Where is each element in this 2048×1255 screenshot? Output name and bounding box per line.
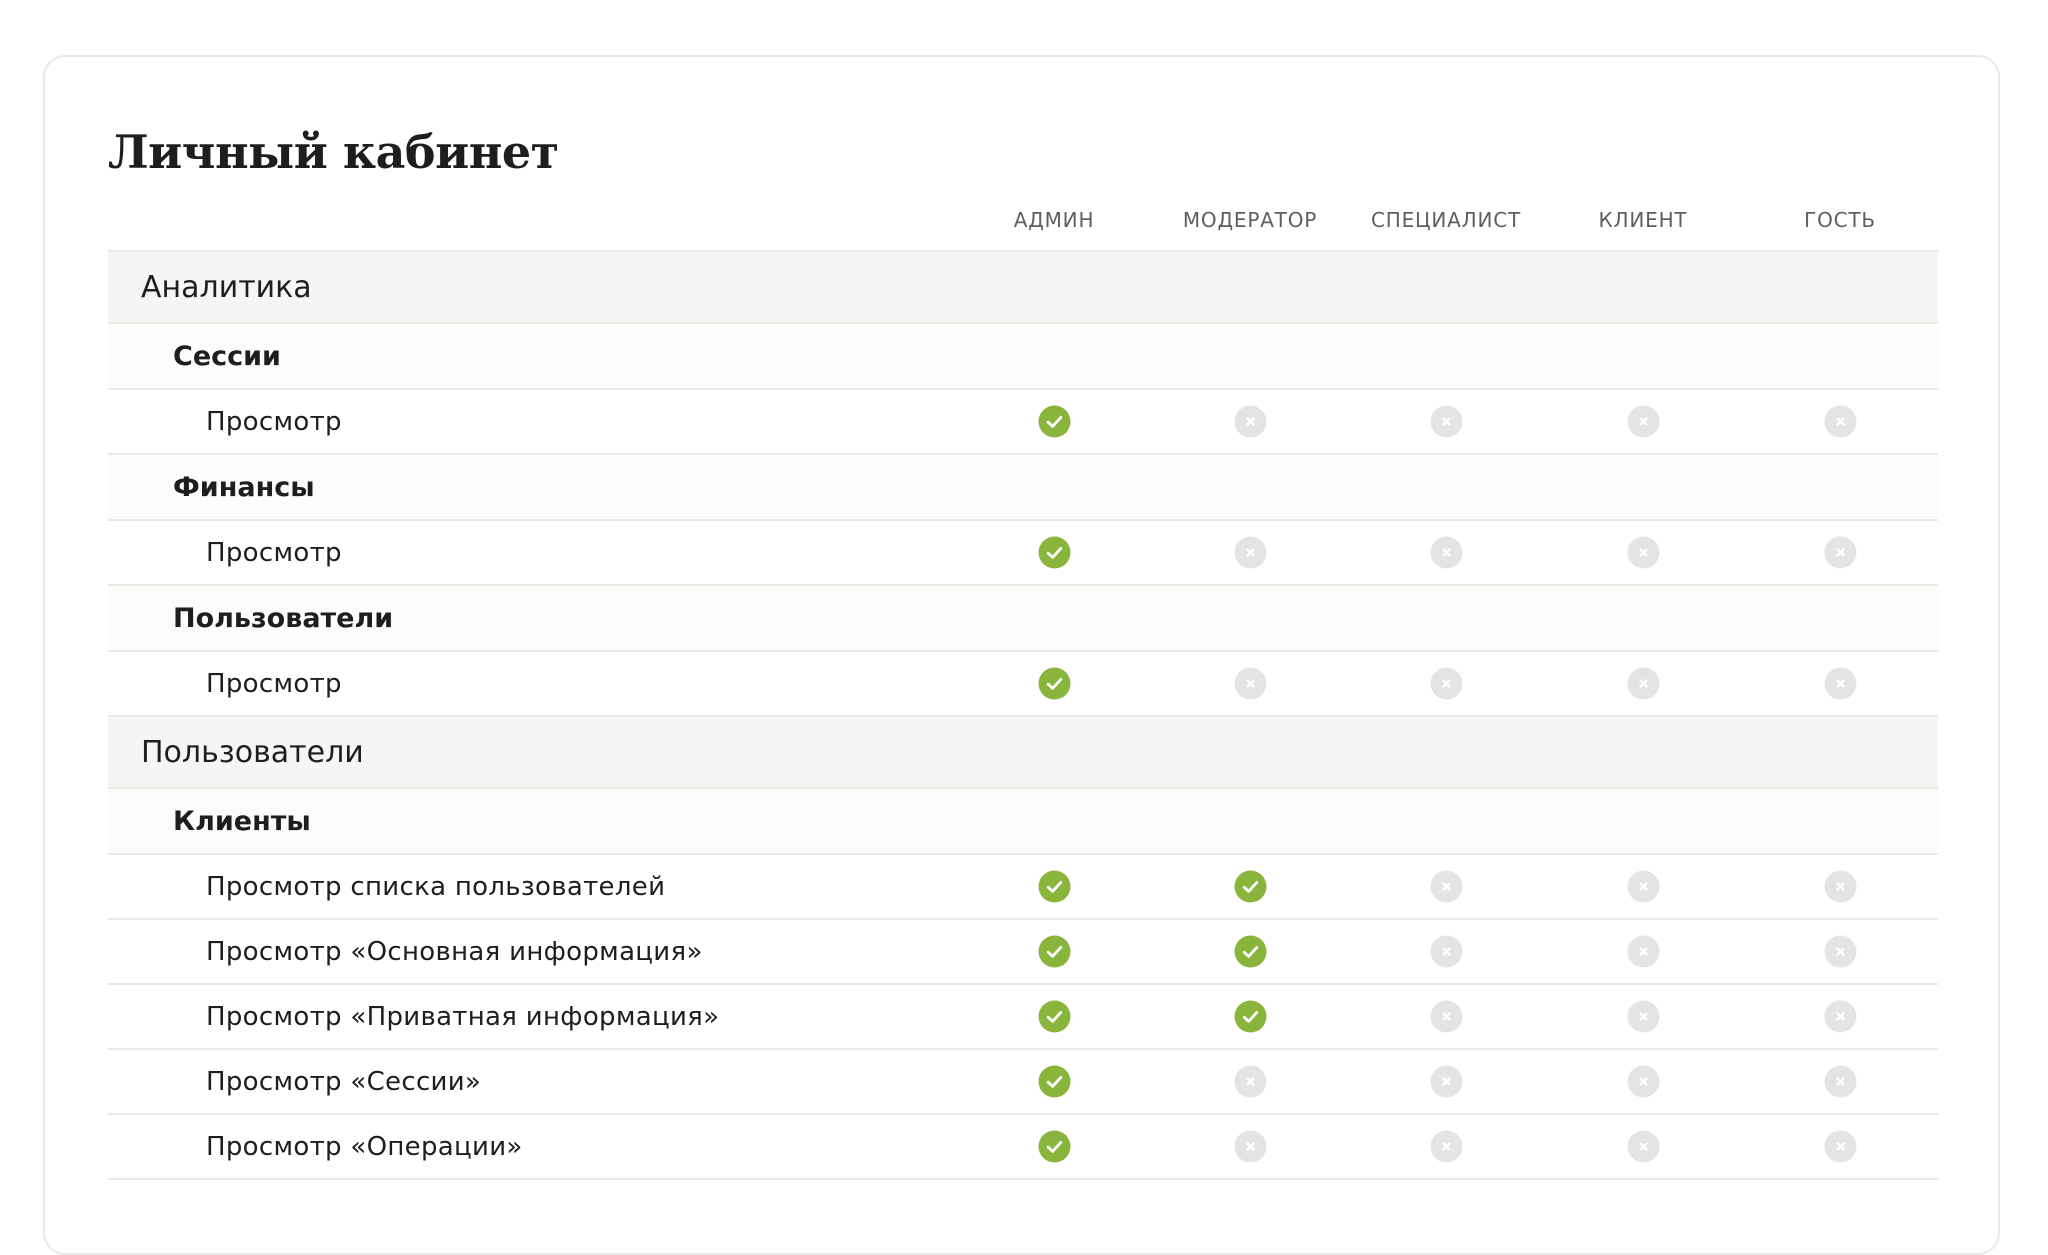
check-circle-icon (1038, 667, 1071, 700)
subsection-row: Пользователи (108, 586, 1938, 652)
x-circle-icon (1627, 870, 1660, 903)
permission-row: Просмотр «Приватная информация» (108, 985, 1938, 1050)
x-circle-icon (1430, 1130, 1463, 1163)
x-circle-icon (1627, 405, 1660, 438)
x-circle-icon (1627, 935, 1660, 968)
x-circle-icon (1824, 667, 1857, 700)
x-circle-icon (1430, 667, 1463, 700)
x-circle-icon (1824, 536, 1857, 569)
check-circle-icon (1234, 1000, 1267, 1033)
section-label: Аналитика (141, 269, 312, 305)
permission-label: Просмотр «Основная информация» (206, 936, 703, 967)
x-circle-icon (1627, 1130, 1660, 1163)
page-title: Личный кабинет (108, 125, 559, 179)
x-circle-icon (1234, 1130, 1267, 1163)
x-circle-icon (1234, 405, 1267, 438)
x-circle-icon (1430, 536, 1463, 569)
section-row: Аналитика (108, 252, 1938, 324)
x-circle-icon (1430, 405, 1463, 438)
check-circle-icon (1038, 536, 1071, 569)
permission-row: Просмотр (108, 390, 1938, 455)
x-circle-icon (1430, 1000, 1463, 1033)
permission-label: Просмотр (206, 537, 342, 568)
x-circle-icon (1824, 405, 1857, 438)
permission-label: Просмотр (206, 406, 342, 437)
subsection-label: Пользователи (173, 602, 394, 634)
x-circle-icon (1824, 1000, 1857, 1033)
x-circle-icon (1824, 1130, 1857, 1163)
permission-label: Просмотр «Сессии» (206, 1066, 482, 1097)
x-circle-icon (1824, 870, 1857, 903)
x-circle-icon (1234, 1065, 1267, 1098)
section-label: Пользователи (141, 734, 364, 770)
check-circle-icon (1038, 935, 1071, 968)
x-circle-icon (1430, 935, 1463, 968)
check-circle-icon (1038, 1065, 1071, 1098)
x-circle-icon (1627, 1065, 1660, 1098)
column-header: КЛИЕНТ (1598, 208, 1688, 232)
x-circle-icon (1430, 1065, 1463, 1098)
permission-label: Просмотр (206, 668, 342, 699)
subsection-label: Финансы (173, 471, 315, 503)
subsection-row: Финансы (108, 455, 1938, 521)
permission-label: Просмотр «Приватная информация» (206, 1001, 720, 1032)
column-header: МОДЕРАТОР (1182, 208, 1318, 232)
x-circle-icon (1234, 536, 1267, 569)
subsection-row: Сессии (108, 324, 1938, 390)
permission-row: Просмотр списка пользователей (108, 855, 1938, 920)
permission-row: Просмотр (108, 521, 1938, 586)
check-circle-icon (1234, 870, 1267, 903)
subsection-label: Сессии (173, 340, 281, 372)
permissions-matrix: Аналитика Сессии Просмотр Финансы Просмотр По… (108, 250, 1938, 1180)
permission-row: Просмотр «Основная информация» (108, 920, 1938, 985)
permission-row: Просмотр (108, 652, 1938, 717)
x-circle-icon (1430, 870, 1463, 903)
section-row: Пользователи (108, 717, 1938, 789)
permission-row: Просмотр «Операции» (108, 1115, 1938, 1180)
x-circle-icon (1627, 536, 1660, 569)
x-circle-icon (1627, 1000, 1660, 1033)
x-circle-icon (1627, 667, 1660, 700)
check-circle-icon (1038, 1000, 1071, 1033)
column-header: АДМИН (1013, 208, 1095, 232)
subsection-row: Клиенты (108, 789, 1938, 855)
permission-label: Просмотр «Операции» (206, 1131, 523, 1162)
x-circle-icon (1824, 1065, 1857, 1098)
role-column-headers: АДМИН МОДЕРАТОР СПЕЦИАЛИСТ КЛИЕНТ ГОСТЬ (0, 200, 2048, 240)
x-circle-icon (1234, 667, 1267, 700)
permission-label: Просмотр списка пользователей (206, 871, 666, 902)
check-circle-icon (1038, 870, 1071, 903)
check-circle-icon (1038, 405, 1071, 438)
subsection-label: Клиенты (173, 805, 311, 837)
check-circle-icon (1038, 1130, 1071, 1163)
column-header: СПЕЦИАЛИСТ (1371, 208, 1521, 232)
x-circle-icon (1824, 935, 1857, 968)
column-header: ГОСТЬ (1804, 208, 1876, 232)
permission-row: Просмотр «Сессии» (108, 1050, 1938, 1115)
check-circle-icon (1234, 935, 1267, 968)
